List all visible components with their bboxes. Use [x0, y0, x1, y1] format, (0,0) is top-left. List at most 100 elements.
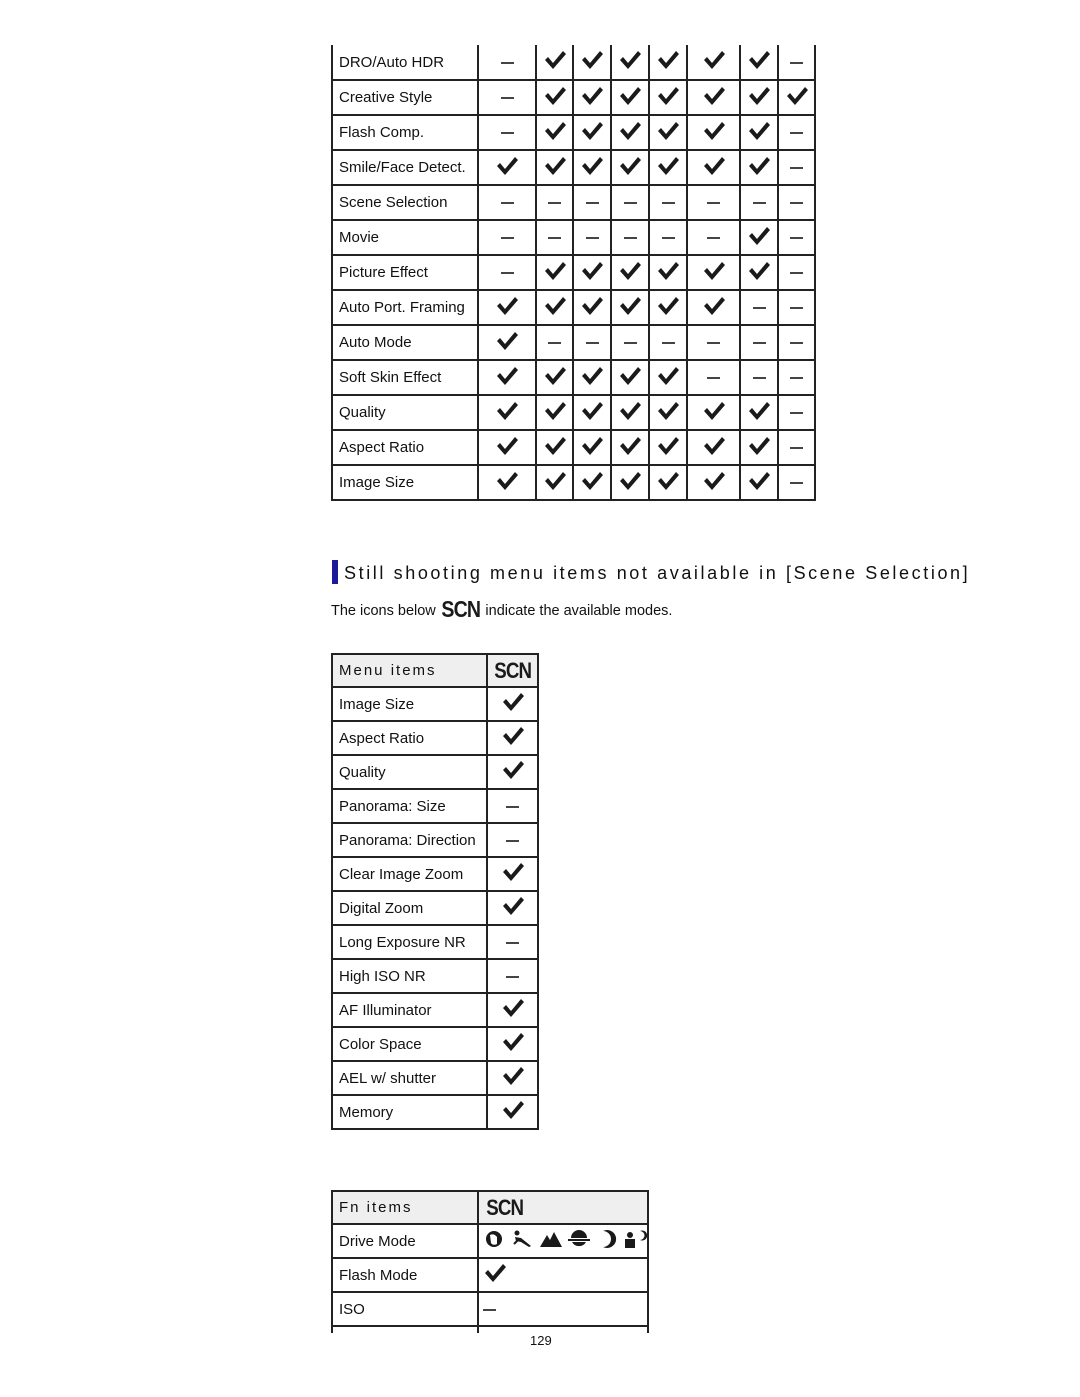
availability-cell [486, 924, 539, 960]
check-icon [543, 401, 567, 426]
row-label: Movie [331, 219, 479, 256]
availability-cell [648, 359, 688, 396]
table-row: Creative Style [331, 79, 816, 116]
availability-cell [572, 45, 612, 81]
availability-cell [572, 184, 612, 221]
check-icon [702, 86, 726, 111]
dash-icon [500, 237, 514, 240]
availability-cell [535, 219, 574, 256]
availability-cell [610, 149, 650, 186]
check-icon [543, 156, 567, 181]
availability-cell [477, 254, 537, 291]
dash-icon [790, 132, 803, 135]
availability-cell [477, 219, 537, 256]
check-icon [495, 331, 519, 356]
row-label: Memory [331, 1094, 488, 1130]
availability-cell [572, 114, 612, 151]
dash-icon [623, 202, 637, 205]
row-label: Aspect Ratio [331, 429, 479, 466]
availability-cell [477, 394, 537, 431]
availability-cell [648, 149, 688, 186]
availability-cell [777, 394, 816, 431]
dash-icon [661, 237, 675, 240]
availability-cell [610, 219, 650, 256]
check-icon [702, 401, 726, 426]
check-icon [747, 156, 771, 181]
check-icon [580, 51, 604, 75]
availability-cell [686, 79, 741, 116]
table-row: Long Exposure NR [331, 924, 539, 960]
dash-icon [790, 167, 803, 170]
availability-cell [648, 324, 688, 361]
header-menu-items: Menu items [331, 653, 488, 688]
check-icon [618, 401, 642, 426]
check-icon [702, 471, 726, 496]
row-label: AF Illuminator [331, 992, 488, 1028]
dash-icon [752, 307, 766, 310]
dash-icon [707, 342, 720, 345]
availability-cell [648, 464, 688, 501]
check-icon [495, 436, 519, 461]
availability-cell [610, 45, 650, 81]
dash-icon [506, 839, 519, 842]
availability-cell [535, 359, 574, 396]
check-icon [702, 436, 726, 461]
row-label: Creative Style [331, 79, 479, 116]
header-scn: SCN [477, 1190, 649, 1224]
row-label: Scene Selection [331, 184, 479, 221]
availability-cell [739, 219, 779, 256]
dash-icon [707, 202, 720, 205]
table-row [331, 1325, 649, 1333]
row-label: Panorama: Direction [331, 822, 488, 858]
availability-cell [739, 289, 779, 326]
check-icon [656, 156, 680, 181]
availability-cell [739, 254, 779, 291]
availability-cell [739, 464, 779, 501]
availability-cell [777, 149, 816, 186]
availability-cell [648, 394, 688, 431]
check-icon [747, 261, 771, 286]
header-fn-items: Fn items [331, 1190, 479, 1224]
availability-cell [535, 429, 574, 466]
scn-mode-icon: SCN [486, 1194, 524, 1220]
check-icon [618, 121, 642, 146]
check-icon [543, 121, 567, 146]
section-heading: Still shooting menu items not available … [332, 560, 970, 584]
check-icon [656, 471, 680, 496]
check-icon [580, 366, 604, 391]
availability-cell [477, 1325, 649, 1333]
row-label: Picture Effect [331, 254, 479, 291]
table-row: Auto Port. Framing [331, 289, 816, 326]
check-icon [618, 436, 642, 461]
table-row: Memory [331, 1094, 539, 1130]
dash-icon [790, 412, 803, 415]
table-row: AF Illuminator [331, 992, 539, 1028]
dash-icon [623, 237, 637, 240]
availability-cell [486, 686, 539, 722]
check-icon [580, 86, 604, 111]
availability-cell [686, 289, 741, 326]
table-row: Digital Zoom [331, 890, 539, 926]
availability-cell [686, 184, 741, 221]
dash-icon [790, 342, 803, 345]
availability-cell [572, 289, 612, 326]
table-header-row: Fn items SCN [331, 1190, 649, 1224]
availability-cell [777, 289, 816, 326]
dash-icon [790, 237, 803, 240]
check-icon [501, 897, 525, 921]
check-icon [543, 86, 567, 111]
availability-cell [477, 1223, 649, 1259]
availability-cell [535, 114, 574, 151]
row-label: Panorama: Size [331, 788, 488, 824]
availability-cell [739, 394, 779, 431]
availability-cell [477, 79, 537, 116]
table-row: Flash Comp. [331, 114, 816, 151]
availability-cell [477, 324, 537, 361]
check-icon [747, 401, 771, 426]
intro-text: The icons below SCN indicate the availab… [331, 596, 672, 623]
check-icon [656, 401, 680, 426]
availability-cell [535, 45, 574, 81]
table-row: DRO/Auto HDR [331, 45, 816, 81]
availability-cell [572, 359, 612, 396]
dash-icon [500, 97, 514, 100]
